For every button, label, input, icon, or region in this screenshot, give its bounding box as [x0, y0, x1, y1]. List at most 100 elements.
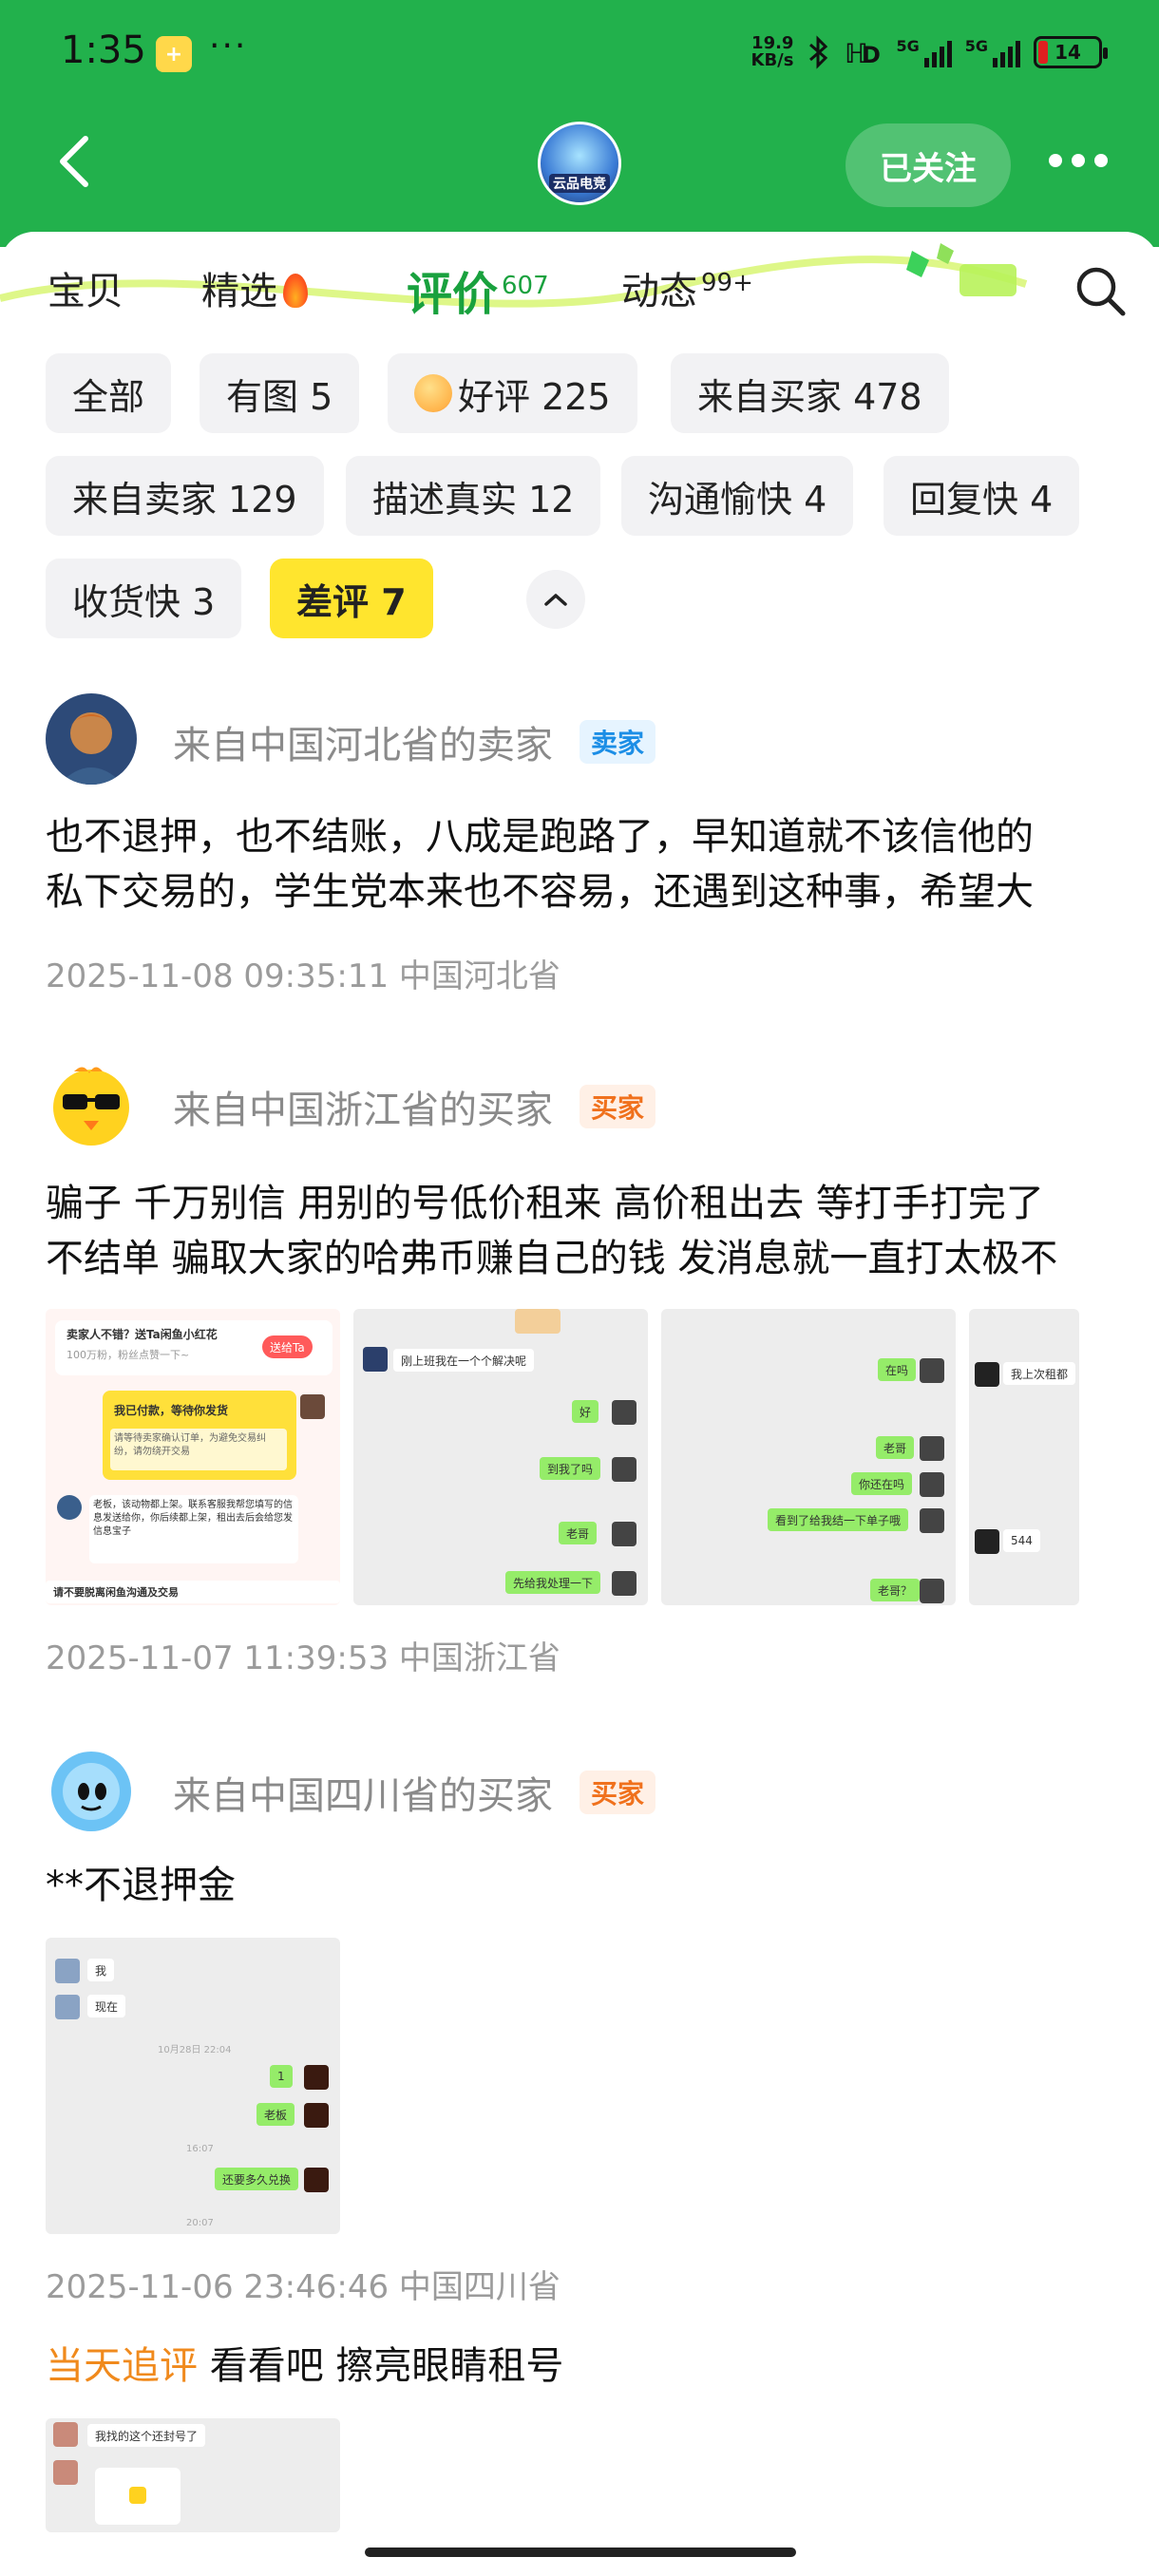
tab-updates[interactable]: 动态 99+: [621, 260, 753, 315]
filter-good-communication[interactable]: 沟通愉快 4: [621, 456, 854, 536]
thumb-header-text: 卖家人不错？送Ta闲鱼小红花: [66, 1327, 218, 1341]
review-text-line: **不退押金: [46, 1864, 236, 1907]
thumb-avatar: [920, 1472, 944, 1497]
tab-items-label: 宝贝: [48, 270, 124, 313]
portrait-avatar-image: [46, 693, 137, 785]
reviewer-avatar[interactable]: [46, 693, 137, 785]
thumb-avatar: [612, 1522, 636, 1546]
shop-avatar[interactable]: 云品电竞: [538, 122, 621, 205]
filter-positive[interactable]: 好评 225: [388, 353, 637, 433]
thumb-avatar: [920, 1508, 944, 1533]
follow-button[interactable]: 已关注: [846, 123, 1011, 207]
tab-featured-label: 精选: [201, 270, 277, 313]
review-image[interactable]: 卖家人不错？送Ta闲鱼小红花 100万粉，粉丝点赞一下~ 送给Ta 我已付款，等…: [46, 1309, 340, 1605]
thumb-header-card: 卖家人不错？送Ta闲鱼小红花 100万粉，粉丝点赞一下~ 送给Ta: [55, 1320, 332, 1375]
notification-app-icon: +: [156, 36, 192, 72]
battery-icon: 14: [1034, 36, 1108, 68]
review-image[interactable]: 刚上班我在一个个解决呢 好 到我了吗 老哥 先给我处理一下: [353, 1309, 648, 1605]
filter-from-buyers-label: 来自买家 478: [697, 375, 922, 418]
review-image[interactable]: 我上次租都 544: [969, 1309, 1079, 1605]
thumb-message: 我上次租都: [1003, 1362, 1076, 1385]
thumb-avatar: [363, 1347, 388, 1372]
thumb-avatar: [920, 1579, 944, 1603]
tab-updates-label: 动态: [621, 270, 697, 313]
net-speed-unit: KB/s: [750, 50, 794, 70]
status-time: 1:35: [61, 28, 146, 72]
reviewer-avatar[interactable]: [46, 1744, 137, 1835]
filter-positive-label: 好评 225: [458, 375, 611, 418]
thumb-message: 先给我处理一下: [505, 1571, 601, 1594]
filter-from-buyers[interactable]: 来自买家 478: [671, 353, 949, 433]
review-image[interactable]: 我 现在 10月28日 22:04 1 老板 16:07 还要多久兑换 20:0…: [46, 1938, 340, 2234]
review-text-line: 不结单 骗取大家的哈弗币赚自己的钱 发消息就一直打太极不: [46, 1237, 1058, 1280]
review-text-line: 也不退押，也不结账，八成是跑路了，早知道就不该信他的: [46, 815, 1034, 859]
reviewer-avatar[interactable]: [46, 1058, 137, 1149]
thumb-avatar: [612, 1571, 636, 1596]
blue-monster-avatar-image: [46, 1744, 137, 1835]
tab-featured[interactable]: 精选: [201, 260, 308, 315]
thumb-message: 老哥: [559, 1522, 598, 1544]
review-image[interactable]: 在吗 老哥 你还在吗 看到了给我结一下单子哦 老哥？: [661, 1309, 956, 1605]
thumb-message: 我: [87, 1959, 115, 1981]
hd-icon: ℍD: [845, 38, 881, 68]
followup-body: 看看吧 擦亮眼睛租号: [198, 2344, 564, 2388]
tab-reviews-label: 评价: [407, 268, 499, 321]
review-meta: 2025-11-07 11:39:53 中国浙江省: [46, 1639, 560, 1677]
status-right-icons: 19.9 KB/s ℍD 5G 5G 14: [750, 30, 1108, 74]
home-indicator[interactable]: [365, 2548, 796, 2557]
thumb-avatar: [920, 1358, 944, 1383]
review-meta: 2025-11-06 23:46:46 中国四川省: [46, 2268, 560, 2306]
review-text-line: 私下交易的，学生党本来也不容易，还遇到这种事，希望大: [46, 870, 1034, 914]
status-more-dots: ···: [209, 27, 248, 66]
thumb-card: [95, 2468, 180, 2525]
thumb-message: 刚上班我在一个个解决呢: [393, 1349, 535, 1372]
more-options-icon[interactable]: [1049, 154, 1108, 167]
thumb-avatar: [57, 1495, 82, 1520]
thumb-message: 好: [572, 1400, 599, 1423]
filter-good-communication-label: 沟通愉快 4: [648, 478, 827, 521]
back-arrow-icon[interactable]: [55, 133, 93, 190]
smile-face-icon: [414, 374, 452, 412]
thumb-avatar: [920, 1436, 944, 1461]
thumb-timestamp: 10月28日 22:04: [158, 2044, 232, 2055]
tab-reviews-count: 607: [502, 272, 549, 300]
cartoon-chick-avatar-image: [46, 1058, 137, 1149]
thumb-paid-subtext: 请等待卖家确认订单，为避免交易纠纷，请勿绕开交易: [110, 1429, 287, 1470]
filter-with-images[interactable]: 有图 5: [200, 353, 360, 433]
thumb-sub-text: 100万粉，粉丝点赞一下~: [66, 1349, 190, 1361]
filter-fast-reply[interactable]: 回复快 4: [884, 456, 1080, 536]
tab-reviews[interactable]: 评价 607: [407, 256, 549, 323]
thumb-message: 老哥？: [870, 1579, 921, 1601]
thumb-send-button: 送给Ta: [262, 1335, 313, 1358]
fire-icon: [283, 274, 308, 308]
thumb-message: 老板: [256, 2103, 295, 2126]
filter-negative[interactable]: 差评 7: [270, 559, 433, 638]
thumb-message: 我找的这个还封号了: [87, 2424, 206, 2447]
thumb-message: 看到了给我结一下单子哦: [768, 1508, 909, 1531]
thumb-warning: 请不要脱离闲鱼沟通及交易: [46, 1581, 340, 1603]
filter-from-sellers[interactable]: 来自卖家 129: [46, 456, 324, 536]
decorative-wave: [0, 243, 1028, 308]
collapse-filters-button[interactable]: [526, 570, 585, 629]
reviewer-name: 来自中国四川省的买家: [173, 1774, 553, 1818]
filter-accurate-description[interactable]: 描述真实 12: [346, 456, 601, 536]
reviewer-name: 来自中国浙江省的买家: [173, 1089, 553, 1132]
review-image[interactable]: 我找的这个还封号了: [46, 2418, 340, 2532]
filter-all-label: 全部: [72, 375, 145, 418]
thumb-avatar: [53, 2460, 78, 2485]
filter-all[interactable]: 全部: [46, 353, 172, 433]
followup-tag: 当天追评: [46, 2344, 198, 2388]
filter-negative-label: 差评 7: [296, 580, 407, 623]
tab-items[interactable]: 宝贝: [48, 260, 124, 315]
bluetooth-icon: [809, 35, 828, 69]
filter-with-images-label: 有图 5: [226, 375, 333, 418]
filter-fast-delivery[interactable]: 收货快 3: [46, 559, 242, 638]
filter-from-sellers-label: 来自卖家 129: [72, 478, 297, 521]
search-icon[interactable]: [1074, 264, 1127, 317]
battery-level: 14: [1054, 41, 1081, 64]
network-type-1: 5G: [896, 37, 920, 55]
role-tag: 卖家: [580, 720, 656, 764]
filter-fast-delivery-label: 收货快 3: [72, 580, 216, 623]
thumb-message: 到我了吗: [540, 1457, 601, 1480]
thumb-message: 1: [270, 2065, 293, 2088]
